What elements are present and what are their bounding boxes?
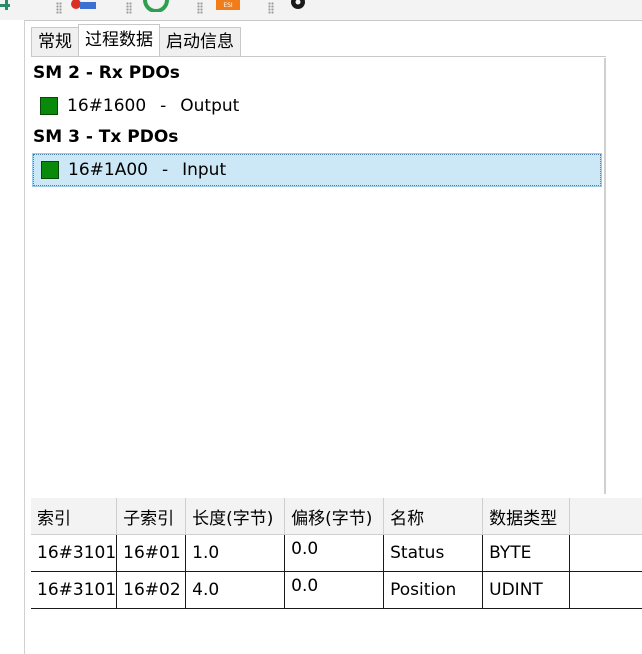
pdo-color-swatch <box>41 161 59 179</box>
cell-index: 16#3101 <box>31 534 118 572</box>
toolbar-grip[interactable] <box>56 2 62 14</box>
pdo-separator: - <box>161 160 169 180</box>
cell-length: 4.0 <box>185 571 286 609</box>
cell-offset: 0.0 <box>284 534 385 572</box>
column-header-offset[interactable]: 偏移(字节) <box>284 498 385 535</box>
cell-datatype: BYTE <box>482 534 571 572</box>
pdo-index: 16#1A00 <box>68 160 148 180</box>
toolbar-grip[interactable] <box>197 2 203 14</box>
cell-name: Position <box>383 571 484 609</box>
refresh-icon[interactable] <box>142 0 170 12</box>
table-row[interactable]: 16#3101 16#01 1.0 0.0 Status BYTE <box>31 534 642 572</box>
cell-length: 1.0 <box>185 534 286 572</box>
left-gutter <box>0 20 25 654</box>
pdo-item-input[interactable]: 16#1A00 - Input <box>32 153 602 187</box>
gear-icon[interactable] <box>287 0 311 12</box>
column-header-datatype[interactable]: 数据类型 <box>482 498 571 535</box>
column-header-name[interactable]: 名称 <box>383 498 484 535</box>
column-header-index[interactable]: 索引 <box>31 498 118 535</box>
tab-bar: 常规 过程数据 启动信息 <box>31 24 241 56</box>
pdo-entry-table: 索引 子索引 长度(字节) 偏移(字节) 名称 数据类型 16#3101 16#… <box>31 498 642 609</box>
column-header-subindex[interactable]: 子索引 <box>116 498 187 535</box>
cell-subindex: 16#02 <box>116 571 187 609</box>
cell-subindex: 16#01 <box>116 534 187 572</box>
pdo-name: Input <box>182 160 227 180</box>
column-header-filler <box>569 498 642 535</box>
cell-index: 16#3101 <box>31 571 118 609</box>
esi-icon-label: ESI <box>223 2 233 9</box>
column-header-length[interactable]: 长度(字节) <box>185 498 286 535</box>
toolbar: ESI <box>0 0 642 21</box>
tab-general[interactable]: 常规 <box>31 27 79 56</box>
table-row[interactable]: 16#3101 16#02 4.0 0.0 Position UDINT <box>31 571 642 609</box>
pdo-item-output[interactable]: 16#1600 - Output <box>33 91 599 121</box>
pdo-name: Output <box>180 96 240 116</box>
tx-pdos-header: SM 3 - Tx PDOs <box>33 127 179 147</box>
network-icon[interactable] <box>0 0 14 12</box>
tab-process-data[interactable]: 过程数据 <box>78 24 160 56</box>
toolbar-grip[interactable] <box>268 2 274 14</box>
device-icon[interactable] <box>70 0 98 12</box>
cell-name: Status <box>383 534 484 572</box>
pdo-separator: - <box>160 96 167 116</box>
cell-offset: 0.0 <box>284 571 385 609</box>
cell-filler <box>569 571 642 609</box>
pdo-tree-panel: SM 2 - Rx PDOs 16#1600 - Output SM 3 - T… <box>31 56 606 495</box>
toolbar-grip[interactable] <box>126 2 132 14</box>
table-header-row: 索引 子索引 长度(字节) 偏移(字节) 名称 数据类型 <box>31 498 642 535</box>
rx-pdos-header: SM 2 - Rx PDOs <box>33 63 180 83</box>
tab-startup-info[interactable]: 启动信息 <box>159 27 241 56</box>
pdo-color-swatch <box>40 97 58 115</box>
pdo-panel-divider <box>604 58 606 494</box>
esi-icon[interactable]: ESI <box>216 0 240 12</box>
pdo-index: 16#1600 <box>67 96 147 116</box>
cell-filler <box>569 534 642 572</box>
cell-datatype: UDINT <box>482 571 571 609</box>
